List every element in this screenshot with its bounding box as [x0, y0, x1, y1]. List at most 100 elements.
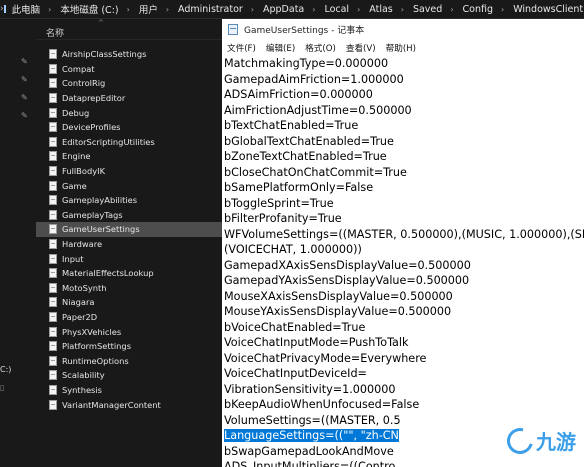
breadcrumb-separator-icon[interactable]: › [251, 5, 254, 14]
file-list-item[interactable]: GameUserSettings [36, 222, 222, 237]
window-title: GameUserSettings - 记事本 [244, 26, 365, 36]
file-name: PlatformSettings [62, 341, 132, 352]
ini-file-icon [49, 355, 57, 366]
line-text: ADS_InputMultipliers=((Contro [224, 460, 396, 467]
ini-file-icon [49, 78, 57, 89]
watermark-text: 九游 [536, 430, 576, 454]
breadcrumb-separator-icon[interactable]: › [127, 5, 130, 14]
text-line: ADS_InputMultipliers=((Contro [224, 459, 584, 467]
menu-item[interactable]: 编辑(E) [266, 42, 295, 54]
file-name: Paper2D [62, 311, 98, 322]
sort-arrow-icon: ^ [98, 19, 104, 27]
file-list-item[interactable]: ControlRig [36, 76, 222, 91]
file-name: Compat [62, 63, 95, 74]
ini-file-icon [49, 107, 57, 118]
ini-file-icon [49, 282, 57, 293]
file-name: Debug [62, 107, 90, 118]
menu-item[interactable]: 帮助(H) [386, 42, 416, 54]
line-text: bZoneTextChatEnabled=True [224, 150, 387, 163]
text-line: bVoiceChatEnabled=True [224, 320, 584, 336]
notepad-window[interactable]: GameUserSettings - 记事本 文件(F) 编辑(E) 格式(O) 查看… [222, 19, 584, 467]
file-list-item[interactable]: Input [36, 251, 222, 266]
breadcrumb-item[interactable]: Local [324, 4, 349, 15]
breadcrumb-separator-icon[interactable]: › [312, 5, 315, 14]
file-list[interactable]: ^ 名称 AirshipClassSettings Compat ControlRi… [36, 19, 222, 467]
ini-file-icon [49, 326, 57, 337]
text-line: bTextChatEnabled=True [224, 118, 584, 134]
text-line: MouseYAxisSensDisplayValue=0.500000 [224, 304, 584, 320]
text-line: (VOICECHAT, 1.000000)) [224, 242, 584, 258]
ini-file-icon [49, 384, 57, 395]
file-list-item[interactable]: Debug [36, 105, 222, 120]
line-text: WFVolumeSettings=((MASTER, 0.500000),(MU… [224, 227, 584, 241]
ini-file-icon [49, 209, 57, 220]
file-list-item[interactable]: Hardware [36, 237, 222, 252]
title-bar[interactable]: GameUserSettings - 记事本 [222, 19, 584, 40]
file-name: DeviceProfiles [62, 122, 121, 133]
notepad-icon [228, 24, 238, 35]
file-list-item[interactable]: RuntimeOptions [36, 353, 222, 368]
navigation-pane[interactable]: ✎ ✎ ✎ ✎ C:) ▯ [0, 19, 36, 467]
address-bar[interactable]: › 此电脑 › 本地磁盘 (C:) › 用户 › Administrator › AppData… [0, 0, 584, 19]
text-area[interactable]: MatchmakingType=0.000000 GamepadAimFricti… [224, 56, 584, 467]
file-name: PhysXVehicles [62, 326, 122, 337]
file-list-item[interactable]: GameplayAbilities [36, 193, 222, 208]
file-list-item[interactable]: VariantManagerContent [36, 397, 222, 412]
line-text: bSwapGamepadLookAndMove [224, 444, 394, 458]
file-list-item[interactable]: Engine [36, 149, 222, 164]
breadcrumb-item[interactable]: 此电脑 [12, 2, 41, 16]
file-name: Niagara [62, 297, 95, 308]
file-list-item[interactable]: GameplayTags [36, 208, 222, 223]
ini-file-icon [49, 93, 57, 104]
column-header-name[interactable]: 名称 [46, 26, 64, 39]
menu-item[interactable]: 查看(V) [346, 42, 376, 54]
ini-file-icon [49, 311, 57, 322]
file-name: EditorScriptingUtilities [62, 136, 155, 147]
breadcrumb-separator-icon[interactable]: › [357, 5, 360, 14]
breadcrumb-separator-icon[interactable]: › [501, 5, 504, 14]
file-list-item[interactable]: Niagara [36, 295, 222, 310]
ini-file-icon [49, 253, 57, 264]
nav-item-icon: ▯ [0, 383, 5, 392]
file-list-item[interactable]: DataprepEditor [36, 91, 222, 106]
breadcrumb-separator-icon[interactable]: › [48, 5, 51, 14]
file-list-item[interactable]: PhysXVehicles [36, 324, 222, 339]
menu-item[interactable]: 格式(O) [305, 42, 336, 54]
breadcrumb-item[interactable]: 用户 [139, 2, 158, 16]
file-name: ControlRig [62, 78, 106, 89]
breadcrumb-separator-icon[interactable]: › [166, 5, 169, 14]
file-name: Game [62, 180, 87, 191]
text-line: GamepadYAxisSensDisplayValue=0.500000 [224, 273, 584, 289]
file-list-item[interactable]: Compat [36, 62, 222, 77]
breadcrumb-separator-icon[interactable]: › [450, 5, 453, 14]
ini-file-icon [49, 63, 57, 74]
file-list-item[interactable]: Game [36, 178, 222, 193]
file-list-item[interactable]: Scalability [36, 368, 222, 383]
file-list-item[interactable]: Paper2D [36, 310, 222, 325]
file-list-item[interactable]: EditorScriptingUtilities [36, 135, 222, 150]
breadcrumb-item[interactable]: Config [463, 4, 493, 15]
ini-file-icon [49, 370, 57, 381]
line-text: VoiceChatPrivacyMode=Everywhere [224, 351, 427, 365]
file-name: Synthesis [62, 384, 103, 395]
breadcrumb-item[interactable]: Administrator [178, 4, 243, 15]
breadcrumb-item[interactable]: WindowsClient [513, 4, 583, 15]
file-list-item[interactable]: PlatformSettings [36, 339, 222, 354]
file-list-item[interactable]: MaterialEffectsLookup [36, 266, 222, 281]
breadcrumb-separator-icon[interactable]: › [401, 5, 404, 14]
text-line: bZoneTextChatEnabled=True [224, 149, 584, 165]
text-line: bGlobalTextChatEnabled=True [224, 134, 584, 150]
breadcrumb-item[interactable]: Atlas [369, 4, 392, 15]
selected-text: LanguageSettings=(("", "zh-CN [224, 429, 399, 442]
menu-item[interactable]: 文件(F) [227, 42, 256, 54]
ini-file-icon [49, 180, 57, 191]
file-list-item[interactable]: FullBodyIK [36, 164, 222, 179]
file-list-item[interactable]: MotoSynth [36, 281, 222, 296]
file-list-item[interactable]: AirshipClassSettings [36, 47, 222, 62]
drive-label[interactable]: C:) [0, 365, 11, 374]
file-list-item[interactable]: DeviceProfiles [36, 120, 222, 135]
breadcrumb-item[interactable]: 本地磁盘 (C:) [60, 2, 118, 16]
file-list-item[interactable]: Synthesis [36, 383, 222, 398]
breadcrumb-item[interactable]: AppData [263, 4, 304, 15]
breadcrumb-item[interactable]: Saved [413, 4, 442, 15]
